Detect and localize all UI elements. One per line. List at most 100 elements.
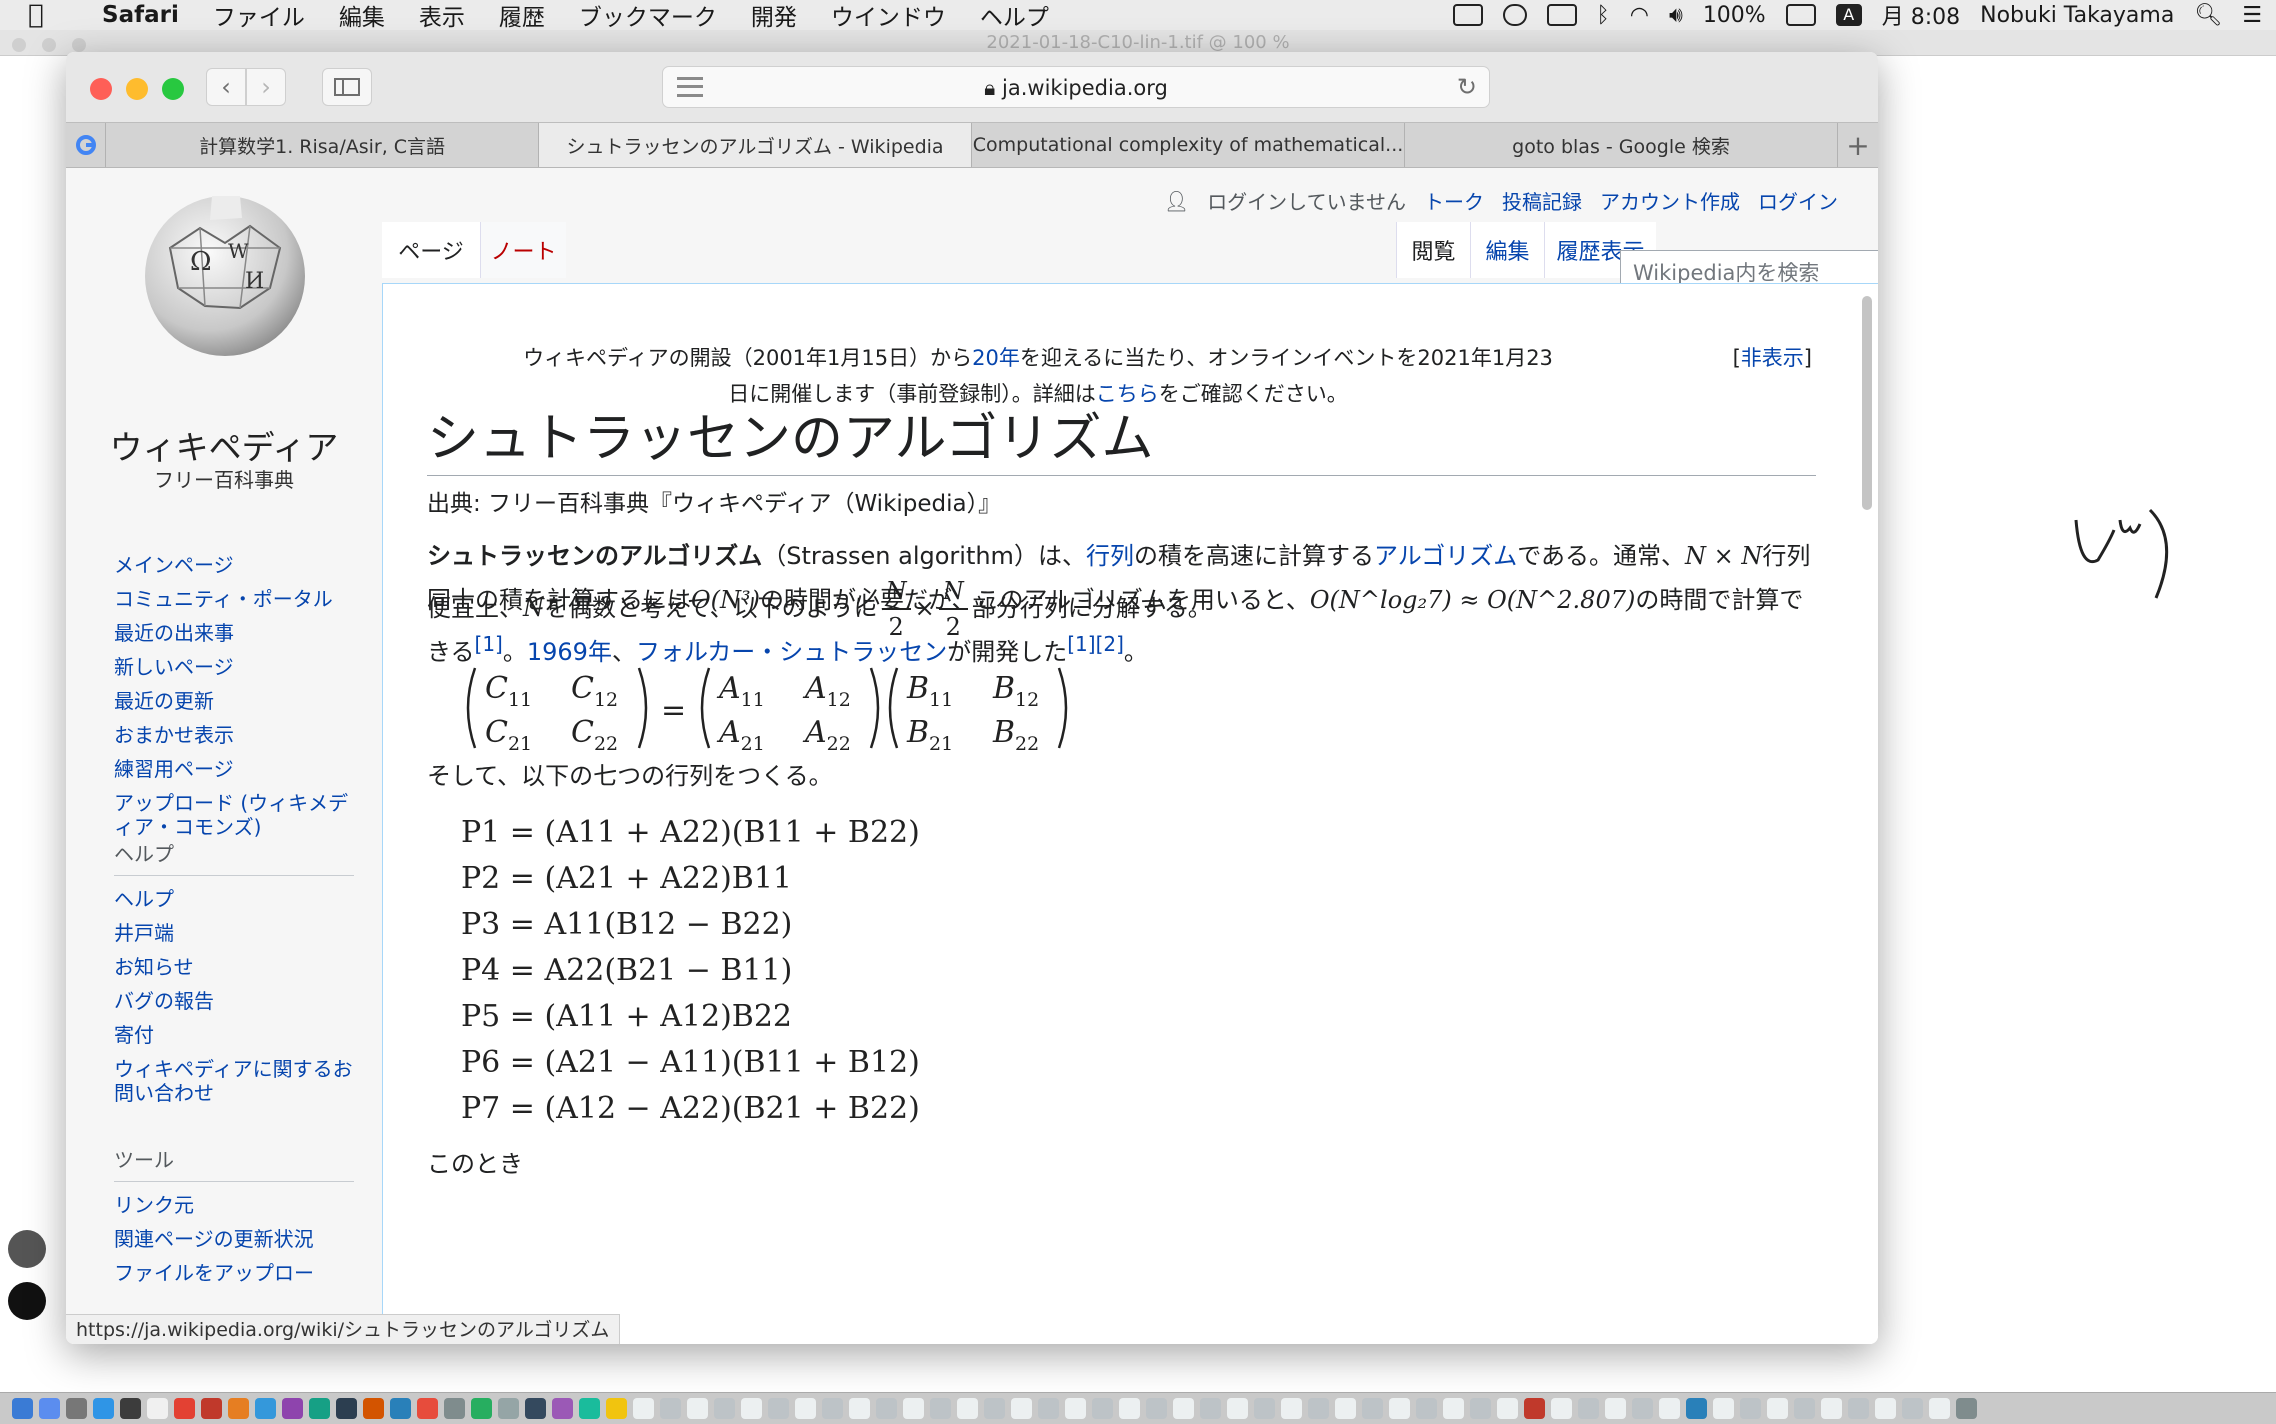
app-icon[interactable]: [1524, 1398, 1545, 1419]
forward-button[interactable]: ›: [246, 68, 286, 106]
menu-help[interactable]: ヘルプ: [980, 0, 1049, 32]
siri-icon[interactable]: [39, 1398, 60, 1419]
page-scrollbar[interactable]: [1862, 296, 1872, 510]
document-icon[interactable]: [1902, 1398, 1923, 1419]
menu-clock[interactable]: 月 8:08: [1882, 0, 1960, 31]
document-icon[interactable]: [768, 1398, 789, 1419]
nav-contact[interactable]: ウィキペディアに関するお問い合わせ: [114, 1057, 354, 1105]
document-icon[interactable]: [1173, 1398, 1194, 1419]
document-icon[interactable]: [930, 1398, 951, 1419]
tab-risa-asir[interactable]: 計算数学1. Risa/Asir, C言語: [106, 123, 540, 167]
document-icon[interactable]: [1281, 1398, 1302, 1419]
nav-new-pages[interactable]: 新しいページ: [114, 650, 354, 684]
document-icon[interactable]: [687, 1398, 708, 1419]
nav-village-pump[interactable]: 井戸端: [114, 916, 354, 950]
tab-computational-complexity[interactable]: Computational complexity of mathematical…: [972, 123, 1406, 167]
nav-main-page[interactable]: メインページ: [114, 548, 354, 582]
nav-current-events[interactable]: 最近の出来事: [114, 616, 354, 650]
document-icon[interactable]: [984, 1398, 1005, 1419]
screen-record-icon[interactable]: [1452, 4, 1483, 26]
document-icon[interactable]: [1551, 1398, 1572, 1419]
nav-help[interactable]: ヘルプ: [114, 882, 354, 916]
app-store-icon[interactable]: [255, 1398, 276, 1419]
airplay-icon[interactable]: [1546, 4, 1577, 26]
document-icon[interactable]: [795, 1398, 816, 1419]
nav-what-links-here[interactable]: リンク元: [114, 1188, 354, 1222]
safari-dock-icon[interactable]: [93, 1398, 114, 1419]
document-icon[interactable]: [1875, 1398, 1896, 1419]
document-icon[interactable]: [1092, 1398, 1113, 1419]
document-icon[interactable]: [903, 1398, 924, 1419]
textedit-icon[interactable]: [147, 1398, 168, 1419]
document-icon[interactable]: [1227, 1398, 1248, 1419]
tab-read[interactable]: 閲覧: [1396, 222, 1470, 278]
input-mode-indicator[interactable]: A: [1835, 4, 1862, 26]
document-icon[interactable]: [1362, 1398, 1383, 1419]
tab-strassen-wikipedia[interactable]: シュトラッセンのアルゴリズム - Wikipedia: [539, 123, 973, 167]
minimize-window-button[interactable]: [126, 78, 148, 100]
app-icon[interactable]: [606, 1398, 627, 1419]
document-icon[interactable]: [1443, 1398, 1464, 1419]
tab-goto-blas-search[interactable]: goto blas - Google 検索: [1405, 123, 1838, 167]
pinned-google-tab[interactable]: [66, 123, 107, 167]
wikipedia-globe-logo[interactable]: Ω W И: [130, 188, 320, 358]
document-icon[interactable]: [1254, 1398, 1275, 1419]
hide-notice-link[interactable]: 非表示: [1741, 346, 1804, 370]
nav-sandbox[interactable]: 練習用ページ: [114, 752, 354, 786]
document-icon[interactable]: [1821, 1398, 1842, 1419]
document-icon[interactable]: [1119, 1398, 1140, 1419]
volume-icon[interactable]: 🔊︎: [1669, 3, 1683, 28]
color-black-icon[interactable]: [8, 1282, 46, 1320]
document-icon[interactable]: [1794, 1398, 1815, 1419]
menu-window[interactable]: ウインドウ: [831, 0, 946, 32]
trash-icon[interactable]: [1956, 1398, 1977, 1419]
document-icon[interactable]: [1038, 1398, 1059, 1419]
spotlight-search-icon[interactable]: 🔍︎: [2194, 3, 2222, 28]
document-icon[interactable]: [1308, 1398, 1329, 1419]
app-icon[interactable]: [201, 1398, 222, 1419]
menu-user-name[interactable]: Nobuki Takayama: [1980, 3, 2174, 28]
app-icon[interactable]: [552, 1398, 573, 1419]
menu-app-safari[interactable]: Safari: [102, 2, 179, 28]
document-icon[interactable]: [1011, 1398, 1032, 1419]
reload-icon[interactable]: ↻: [1457, 73, 1477, 101]
nav-upload-commons[interactable]: アップロード (ウィキメディア・コモンズ): [114, 791, 354, 839]
address-bar[interactable]: 🔒︎ ja.wikipedia.org ↻: [662, 66, 1490, 108]
menu-develop[interactable]: 開発: [751, 0, 797, 32]
document-icon[interactable]: [660, 1398, 681, 1419]
app-icon[interactable]: [363, 1398, 384, 1419]
dropbox-icon[interactable]: [1502, 4, 1527, 26]
nav-random-page[interactable]: おまかせ表示: [114, 718, 354, 752]
chrome-icon[interactable]: [174, 1398, 195, 1419]
notification-center-icon[interactable]: ☰: [2242, 3, 2262, 28]
app-icon[interactable]: [228, 1398, 249, 1419]
link-matrix[interactable]: 行列: [1086, 542, 1134, 570]
app-icon[interactable]: [1686, 1398, 1707, 1419]
app-icon[interactable]: [336, 1398, 357, 1419]
notice-20years-link[interactable]: 20年: [972, 346, 1020, 370]
wiki-search-input[interactable]: [1633, 261, 1878, 285]
document-icon[interactable]: [849, 1398, 870, 1419]
document-icon[interactable]: [957, 1398, 978, 1419]
app-icon[interactable]: [390, 1398, 411, 1419]
app-icon[interactable]: [444, 1398, 465, 1419]
document-icon[interactable]: [1578, 1398, 1599, 1419]
document-icon[interactable]: [1659, 1398, 1680, 1419]
nav-recent-changes[interactable]: 最近の更新: [114, 684, 354, 718]
document-icon[interactable]: [1200, 1398, 1221, 1419]
document-icon[interactable]: [1605, 1398, 1626, 1419]
document-icon[interactable]: [1416, 1398, 1437, 1419]
app-icon[interactable]: [309, 1398, 330, 1419]
app-icon[interactable]: [579, 1398, 600, 1419]
wifi-icon[interactable]: ◠: [1630, 3, 1649, 28]
document-icon[interactable]: [633, 1398, 654, 1419]
document-icon[interactable]: [1632, 1398, 1653, 1419]
document-icon[interactable]: [822, 1398, 843, 1419]
document-icon[interactable]: [1497, 1398, 1518, 1419]
nav-community-portal[interactable]: コミュニティ・ポータル: [114, 587, 354, 611]
menu-file[interactable]: ファイル: [213, 0, 305, 32]
menu-edit[interactable]: 編集: [339, 0, 385, 32]
nav-upload-file[interactable]: ファイルをアップロー: [114, 1256, 354, 1290]
document-icon[interactable]: [876, 1398, 897, 1419]
menu-bookmarks[interactable]: ブックマーク: [579, 0, 717, 32]
